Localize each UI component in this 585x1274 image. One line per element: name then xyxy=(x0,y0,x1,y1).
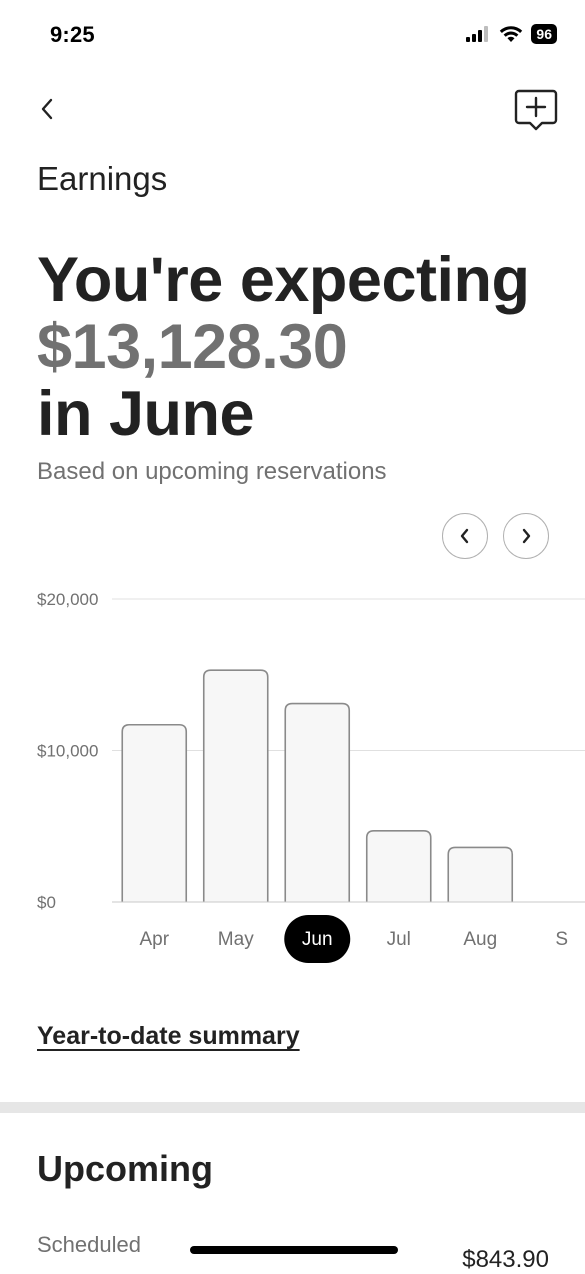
home-indicator xyxy=(190,1246,398,1254)
headline-month: in June xyxy=(37,379,255,449)
x-label-may: May xyxy=(218,929,254,950)
x-label-apr: Apr xyxy=(139,929,169,950)
signal-icon xyxy=(466,26,489,42)
bar-mar xyxy=(41,791,105,902)
headline-line1: You're expecting xyxy=(37,245,530,315)
x-label-sep: S xyxy=(555,929,568,950)
chart-next-button[interactable] xyxy=(503,513,549,559)
x-label-mar: ır xyxy=(67,929,79,950)
new-message-button[interactable] xyxy=(513,88,559,132)
bar-apr xyxy=(121,723,188,902)
earnings-bar-chart: $20,000 $10,000 $0 ır Apr May Jun Jul Aug S xyxy=(37,590,585,963)
chart-prev-button[interactable] xyxy=(442,513,488,559)
x-label-jul: Jul xyxy=(387,929,411,950)
upcoming-heading: Upcoming xyxy=(37,1148,213,1189)
earnings-headline: You're expecting $13,128.30 in June xyxy=(37,245,530,449)
year-to-date-summary-link[interactable]: Year-to-date summary xyxy=(37,1022,300,1051)
status-time: 9:25 xyxy=(50,22,95,47)
message-plus-icon xyxy=(514,89,558,131)
chevron-right-icon xyxy=(522,528,531,544)
x-label-jun: Jun xyxy=(302,929,333,950)
status-icons: 96 xyxy=(465,24,557,44)
earnings-chart: $20,000 $10,000 $0 ır Apr May Jun Jul Aug S xyxy=(0,580,585,980)
y-tick-label: $0 xyxy=(37,893,56,912)
y-tick-label: $10,000 xyxy=(37,742,98,761)
chevron-left-icon xyxy=(41,98,53,120)
y-tick-label: $20,000 xyxy=(37,590,98,609)
bar-jul xyxy=(365,829,432,902)
bars-group: ır Apr May Jun Jul Aug S xyxy=(41,669,568,963)
bar-may xyxy=(202,669,269,902)
battery-icon: 96 xyxy=(531,24,557,44)
page-title: Earnings xyxy=(37,160,168,197)
scheduled-label: Scheduled xyxy=(37,1232,141,1257)
bar-jun xyxy=(284,702,351,902)
section-divider xyxy=(0,1102,585,1113)
bar-aug xyxy=(447,846,514,902)
x-label-aug: Aug xyxy=(463,929,497,950)
chevron-left-icon xyxy=(460,528,469,544)
headline-subtext: Based on upcoming reservations xyxy=(37,458,387,485)
back-button[interactable] xyxy=(30,92,64,126)
wifi-icon xyxy=(500,26,523,42)
expected-amount: $13,128.30 xyxy=(37,312,348,382)
scheduled-amount[interactable]: $843.90 xyxy=(462,1246,549,1274)
